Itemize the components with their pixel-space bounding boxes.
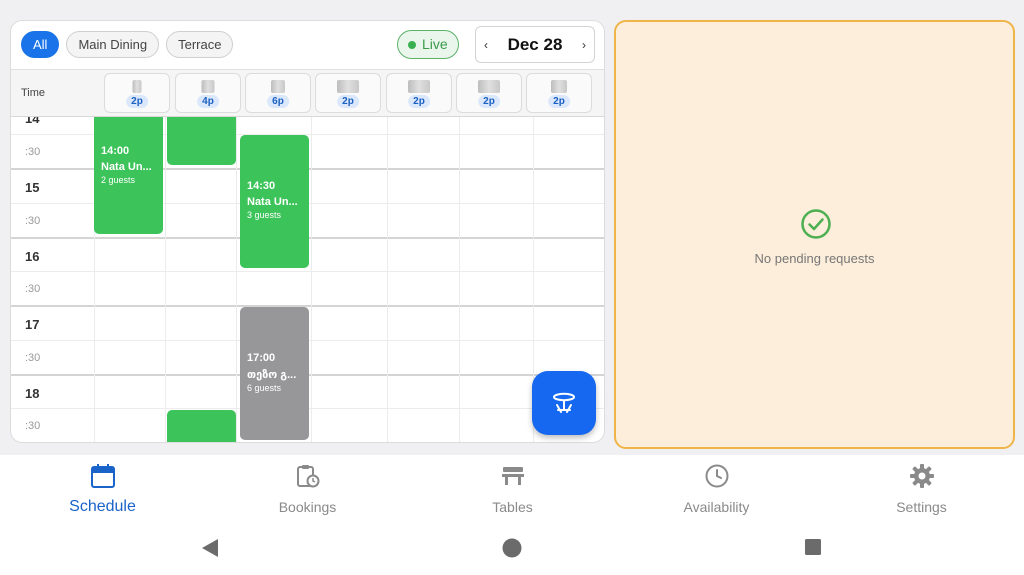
reservation-time: 14:00 xyxy=(101,145,130,157)
time-row: :30 xyxy=(11,271,604,305)
system-home-button[interactable] xyxy=(502,538,522,558)
nav-label: Schedule xyxy=(69,498,136,515)
nav-label: Bookings xyxy=(278,499,337,515)
column-divider xyxy=(459,117,460,442)
table-capacity: 2p xyxy=(478,95,500,108)
live-dot-icon xyxy=(408,40,416,49)
table-capacity: 2p xyxy=(337,95,359,108)
reservation-guests: 3 guests xyxy=(247,210,282,220)
nav-label: Availability xyxy=(683,499,750,515)
half-hour-label: :30 xyxy=(25,283,41,295)
reservation-name: თეზო გ... xyxy=(247,369,297,381)
time-column-label: Time xyxy=(21,87,46,99)
hour-label: 18 xyxy=(25,386,40,401)
date-picker: ‹ Dec 28 › xyxy=(475,26,595,63)
next-day-button[interactable]: › xyxy=(582,38,586,52)
date-label[interactable]: Dec 28 xyxy=(508,35,563,55)
bottom-navigation: Schedule Bookings Tables Availability Se… xyxy=(0,455,1024,575)
empty-requests-message: No pending requests xyxy=(754,251,875,266)
table-name-redacted xyxy=(337,80,359,93)
table-icon xyxy=(553,392,575,413)
nav-label: Tables xyxy=(492,499,533,515)
table-header-6[interactable]: 2p xyxy=(456,73,522,113)
nav-settings[interactable]: Settings xyxy=(819,461,1024,521)
nav-schedule[interactable]: Schedule xyxy=(0,461,205,521)
area-filters: All Main Dining Terrace xyxy=(21,31,234,58)
nav-availability[interactable]: Availability xyxy=(614,461,819,521)
pending-requests-panel: No pending requests xyxy=(614,20,1015,449)
table-capacity: 2p xyxy=(548,95,570,108)
reservation-guests: 2 guests xyxy=(101,175,136,185)
table-header-1[interactable]: 2p xyxy=(104,73,170,113)
prev-day-button[interactable]: ‹ xyxy=(484,38,488,52)
table-capacity: 4p xyxy=(197,95,219,108)
hour-label: 15 xyxy=(25,180,40,195)
nav-label: Settings xyxy=(896,499,947,515)
table-header-5[interactable]: 2p xyxy=(386,73,452,113)
reservation-name: Nata Un... xyxy=(247,196,298,208)
schedule-card: All Main Dining Terrace Live ‹ Dec 28 › … xyxy=(10,20,605,443)
half-hour-label: :30 xyxy=(25,420,41,432)
filter-terrace-chip[interactable]: Terrace xyxy=(166,31,234,58)
reservation-block[interactable] xyxy=(167,117,236,165)
reservation-guests: 6 guests xyxy=(247,383,282,393)
hour-label: 17 xyxy=(25,317,40,332)
half-hour-label: :30 xyxy=(25,146,41,158)
column-divider xyxy=(236,117,237,442)
calendar-icon xyxy=(90,464,115,488)
clipboard-clock-icon xyxy=(296,465,319,488)
system-recents-button[interactable] xyxy=(804,538,822,556)
reservation-block[interactable]: 17:00 თეზო გ... 6 guests xyxy=(240,307,309,440)
table-name-redacted xyxy=(271,80,285,93)
table-name-redacted xyxy=(408,80,430,93)
live-label: Live xyxy=(422,36,448,52)
system-back-button[interactable] xyxy=(200,538,220,558)
hour-label: 16 xyxy=(25,249,40,264)
table-name-redacted xyxy=(551,80,567,93)
half-hour-label: :30 xyxy=(25,352,41,364)
hour-label: 14 xyxy=(25,117,40,126)
clock-icon xyxy=(705,464,728,488)
filter-all-chip[interactable]: All xyxy=(21,31,60,58)
reservation-name: Nata Un... xyxy=(101,161,152,173)
gear-icon xyxy=(909,464,934,488)
reservation-block[interactable]: 14:00 Nata Un... 2 guests xyxy=(94,117,163,234)
column-divider xyxy=(165,117,166,442)
table-capacity: 6p xyxy=(267,95,289,108)
column-divider xyxy=(311,117,312,442)
nav-tables[interactable]: Tables xyxy=(410,461,615,521)
table-column-header: Time 2p 4p 6p 2p 2p 2p 2p xyxy=(11,69,604,117)
table-header-3[interactable]: 6p xyxy=(245,73,311,113)
table-icon xyxy=(501,467,524,485)
table-layout-fab[interactable] xyxy=(532,371,596,435)
table-capacity: 2p xyxy=(408,95,430,108)
table-header-2[interactable]: 4p xyxy=(175,73,241,113)
table-header-4[interactable]: 2p xyxy=(315,73,381,113)
schedule-grid[interactable]: 14 :30 15 :30 16 :30 17 :30 18 :30 14:00… xyxy=(11,117,604,442)
nav-bookings[interactable]: Bookings xyxy=(205,461,410,521)
table-capacity: 2p xyxy=(126,95,148,108)
check-circle-icon xyxy=(801,209,831,239)
reservation-time: 14:30 xyxy=(247,180,276,192)
reservation-block[interactable] xyxy=(167,410,236,442)
reservation-block[interactable]: 14:30 Nata Un... 3 guests xyxy=(240,135,309,268)
live-toggle[interactable]: Live xyxy=(397,30,459,59)
filter-main-dining-chip[interactable]: Main Dining xyxy=(66,31,160,58)
table-name-redacted xyxy=(201,80,215,93)
table-header-7[interactable]: 2p xyxy=(526,73,592,113)
half-hour-label: :30 xyxy=(25,215,41,227)
table-name-redacted xyxy=(132,80,142,93)
reservation-time: 17:00 xyxy=(247,352,276,364)
column-divider xyxy=(387,117,388,442)
table-name-redacted xyxy=(478,80,500,93)
